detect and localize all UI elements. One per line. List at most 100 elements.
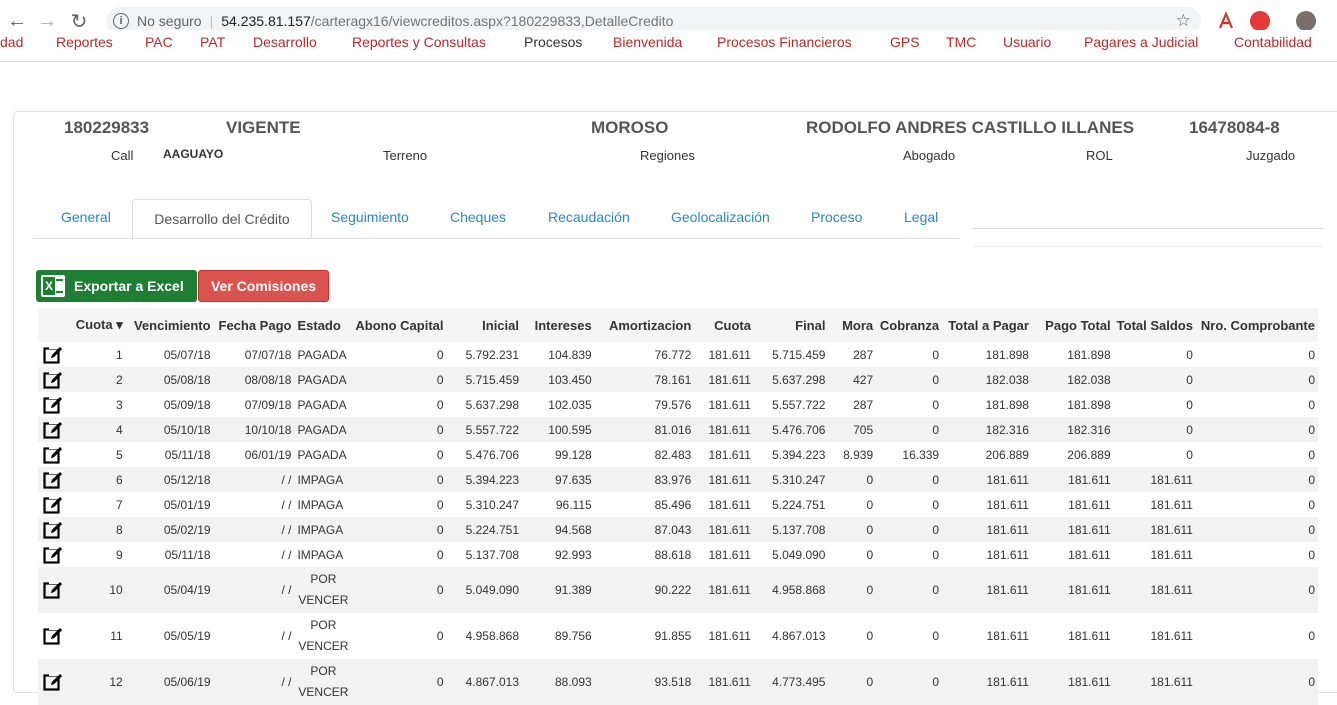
cell-nro-comprobante: 0 [1195,659,1318,705]
moroso-label: MOROSO [591,118,669,137]
menu-item-pac[interactable]: PAC [145,34,173,50]
cell-intereses: 100.595 [522,417,595,442]
menu-item-pagares-judicial[interactable]: Pagares a Judicial [1084,34,1198,50]
call-label: Call [111,148,134,163]
column-header-total-saldos[interactable]: Total Saldos [1113,308,1196,342]
cell-intereses: 104.839 [522,342,595,367]
edit-icon[interactable] [38,517,68,542]
cell-inicial: 4.867.013 [446,659,522,705]
cell-amortizacion: 78.161 [594,367,695,392]
column-header-vencimiento[interactable]: Vencimiento [125,308,214,342]
cell-total-saldos: 0 [1113,367,1196,392]
cell-inicial: 5.224.751 [446,517,522,542]
edit-icon[interactable] [38,442,68,467]
table-header-row: Cuota ▾ Vencimiento Fecha Pago Estado Ab… [38,308,1318,342]
table-row: 4 05/10/18 10/10/18 PAGADA 0 5.557.722 100.595… [38,417,1318,442]
menu-item-pat[interactable]: PAT [200,34,225,50]
tab-recaudacion[interactable]: Recaudación [548,209,630,225]
separator: | [209,13,214,29]
cell-intereses: 89.756 [522,613,595,659]
tab-legal[interactable]: Legal [904,209,938,225]
column-header-fecha-pago[interactable]: Fecha Pago [213,308,295,342]
column-header-nro-comprobante[interactable]: Nro. Comprobante [1195,308,1318,342]
tab-cheques[interactable]: Cheques [450,209,506,225]
cell-estado: POR VENCER [294,567,353,613]
menu-item-desarrollo[interactable]: Desarrollo [253,34,317,50]
menu-item-gps[interactable]: GPS [890,34,920,50]
column-header-final[interactable]: Final [753,308,829,342]
tab-seguimiento[interactable]: Seguimiento [331,209,409,225]
cell-cuota-monto: 181.611 [694,342,754,367]
menu-item[interactable]: dad [0,34,23,50]
column-header-amortizacion[interactable]: Amortizacion [594,308,695,342]
edit-icon[interactable] [38,342,68,367]
cell-cobranza: 0 [876,613,943,659]
export-excel-button[interactable]: X Exportar a Excel [36,270,197,302]
edit-icon[interactable] [38,542,68,567]
edit-icon[interactable] [38,613,68,659]
menu-item-reportes[interactable]: Reportes [56,34,113,50]
column-header-estado[interactable]: Estado [294,308,353,342]
cell-mora: 705 [828,417,877,442]
cell-intereses: 103.450 [522,367,595,392]
tab-proceso[interactable]: Proceso [811,209,862,225]
cell-inicial: 5.476.706 [446,442,522,467]
table-row: 8 05/02/19/ / IMPAGA 0 5.224.751 94.568 87.043… [38,517,1318,542]
bookmark-star-icon[interactable]: ☆ [1176,11,1191,31]
tab-geolocalizacion[interactable]: Geolocalización [671,209,770,225]
cell-fecha-pago: 10/10/18 [213,417,295,442]
column-header-abono-capital[interactable]: Abono Capital [352,308,447,342]
profile-avatar[interactable] [1296,11,1316,31]
cell-nro-comprobante: 0 [1195,517,1318,542]
menu-item-reportes-consultas[interactable]: Reportes y Consultas [352,34,486,50]
cell-cuota-monto: 181.611 [694,567,754,613]
menu-item-bienvenida[interactable]: Bienvenida [613,34,682,50]
info-icon[interactable]: i [113,13,129,29]
column-header-cuota[interactable]: Cuota ▾ [67,308,126,342]
edit-icon[interactable] [38,467,68,492]
column-header-cuota-monto[interactable]: Cuota [694,308,754,342]
extension-icon[interactable] [1250,11,1270,31]
edit-icon[interactable] [38,392,68,417]
installments-table: Cuota ▾ Vencimiento Fecha Pago Estado Ab… [38,308,1318,705]
column-header-edit [38,308,68,342]
edit-icon[interactable] [38,567,68,613]
ver-comisiones-button[interactable]: Ver Comisiones [198,270,329,302]
cell-amortizacion: 93.518 [594,659,695,705]
column-header-cobranza[interactable]: Cobranza [876,308,943,342]
tab-general[interactable]: General [61,209,111,225]
edit-icon[interactable] [38,367,68,392]
menu-item-procesos[interactable]: Procesos [524,34,582,50]
cell-total-a-pagar: 181.611 [942,467,1032,492]
menu-item-tmc[interactable]: TMC [946,34,976,50]
call-value: AAGUAYO [163,147,224,161]
cell-amortizacion: 85.496 [594,492,695,517]
edit-icon[interactable] [38,659,68,705]
excel-icon: X [41,275,65,297]
cell-mora: 0 [828,492,877,517]
menu-item-contabilidad[interactable]: Contabilidad [1234,34,1312,50]
cell-estado: PAGADA [294,442,353,467]
cell-amortizacion: 79.576 [594,392,695,417]
cell-estado: PAGADA [294,392,353,417]
column-header-pago-total[interactable]: Pago Total [1031,308,1114,342]
column-header-mora[interactable]: Mora [828,308,877,342]
column-header-intereses[interactable]: Intereses [522,308,595,342]
tab-desarrollo-credito[interactable]: Desarrollo del Crédito [132,199,312,238]
cell-total-saldos: 181.611 [1113,467,1196,492]
pdf-extension-icon[interactable] [1216,11,1236,31]
juzgado-label: Juzgado [1246,148,1296,163]
menu-item-usuario[interactable]: Usuario [1003,34,1051,50]
cell-total-a-pagar: 181.611 [942,567,1032,613]
cell-cuota-monto: 181.611 [694,417,754,442]
cell-amortizacion: 90.222 [594,567,695,613]
cell-cuota: 2 [67,367,126,392]
cell-final: 5.224.751 [753,492,829,517]
edit-icon[interactable] [38,417,68,442]
cell-pago-total: 181.898 [1031,392,1114,417]
column-header-total-a-pagar[interactable]: Total a Pagar [942,308,1032,342]
url-path: /carteragx16/viewcreditos.aspx?180229833… [310,13,674,29]
edit-icon[interactable] [38,492,68,517]
menu-item-procesos-financieros[interactable]: Procesos Financieros [717,34,852,50]
column-header-inicial[interactable]: Inicial [446,308,522,342]
